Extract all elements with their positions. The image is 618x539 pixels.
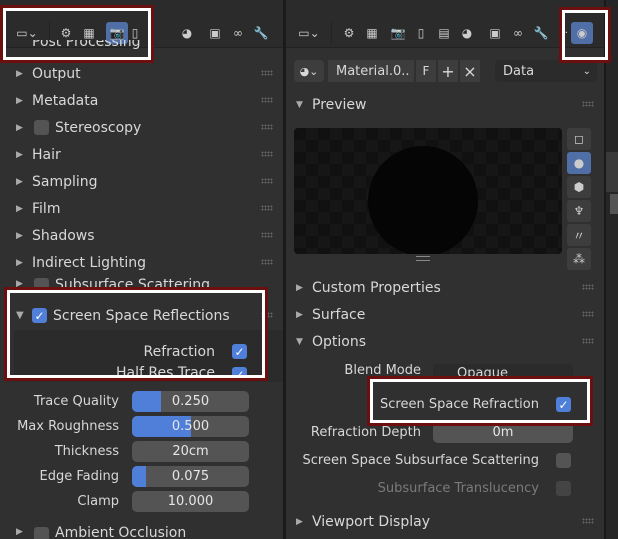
subsurface-translucency-checkbox[interactable] xyxy=(556,481,571,496)
preview-monkey-icon[interactable]: ♆ xyxy=(567,200,591,222)
section-subsurface-scattering[interactable]: ▶ Subsurface Scattering xyxy=(0,276,283,290)
section-hair[interactable]: ▶ Hair xyxy=(0,141,283,168)
blend-mode-label: Blend Mode xyxy=(344,364,421,378)
ao-checkbox[interactable] xyxy=(34,527,49,539)
screen-space-refraction-label: Screen Space Refraction xyxy=(380,397,539,412)
output-icon[interactable]: ▯ xyxy=(410,22,432,44)
material-properties-panel: ▭⌄ ⚙ ▦ 📷 ▯ ▤ ◕ ▣ ∞ 🔧 ⁘ ◉ ◕⌄ Material.0..… xyxy=(286,0,604,539)
trace-quality-label: Trace Quality xyxy=(33,394,119,409)
section-sampling[interactable]: ▶ Sampling xyxy=(0,168,283,195)
preview-plane-icon[interactable]: ◻ xyxy=(567,128,591,150)
thickness-field[interactable]: 20cm xyxy=(132,441,249,462)
section-output[interactable]: ▶ Output xyxy=(0,60,283,87)
chevron-down-icon: ⌄ xyxy=(582,65,591,77)
material-sphere-icon[interactable]: ◉ xyxy=(571,22,593,44)
section-viewport-display[interactable]: ▶ Viewport Display xyxy=(286,508,604,535)
section-stereoscopy[interactable]: ▶ Stereoscopy xyxy=(0,114,283,141)
clamp-label: Clamp xyxy=(77,494,119,509)
object-icon[interactable]: ▣ xyxy=(484,22,506,44)
material-browse-button[interactable]: ◕⌄ xyxy=(294,60,324,82)
adjacent-editor-strip xyxy=(606,0,618,539)
max-roughness-label: Max Roughness xyxy=(17,419,119,434)
material-name-field[interactable]: Material.0.. xyxy=(328,60,414,82)
link-data-dropdown[interactable]: Data ⌄ xyxy=(495,60,597,82)
section-options[interactable]: ▼ Options xyxy=(286,328,604,355)
render-properties-panel: ▭⌄ ⚙ ▦ 📷 ▯ ◕ ▣ ∞ 🔧 Post Processing ▶ Outp… xyxy=(0,0,283,539)
ss-subsurface-scattering-label: Screen Space Subsurface Scattering xyxy=(302,453,539,468)
screen-space-refraction-checkbox[interactable] xyxy=(556,397,571,412)
section-shadows[interactable]: ▶ Shadows xyxy=(0,222,283,249)
stereoscopy-checkbox[interactable] xyxy=(34,120,49,135)
section-film[interactable]: ▶ Film xyxy=(0,195,283,222)
section-screen-space-reflections[interactable]: ▼ Screen Space Reflections xyxy=(0,302,283,329)
thickness-label: Thickness xyxy=(54,444,119,459)
half-res-trace-row[interactable]: Half Res Trace xyxy=(0,365,283,377)
post-processing-label[interactable]: Post Processing xyxy=(32,40,141,50)
blend-mode-dropdown[interactable]: Opaque xyxy=(433,364,573,378)
preview-spheres-icon[interactable]: ⁂ xyxy=(567,248,591,270)
trace-quality-field[interactable]: 0.250 xyxy=(132,391,249,412)
half-res-checkbox[interactable] xyxy=(232,367,247,377)
new-material-button[interactable]: + xyxy=(438,60,458,82)
preview-hair-icon[interactable]: 〃 xyxy=(567,224,591,246)
unlink-material-button[interactable]: × xyxy=(460,60,480,82)
section-ambient-occlusion[interactable]: ▶ Ambient Occlusion xyxy=(0,525,283,539)
modifier-wrench-icon[interactable]: 🔧 xyxy=(530,22,552,44)
right-header: ▭⌄ ⚙ ▦ 📷 ▯ ▤ ◕ ▣ ∞ 🔧 ⁘ ◉ xyxy=(286,0,604,48)
subsurface-translucency-label: Subsurface Translucency xyxy=(377,481,539,496)
view-layer-icon[interactable]: ▤ xyxy=(433,22,455,44)
ss-subsurface-scattering-checkbox[interactable] xyxy=(556,453,571,468)
preview-sphere-icon[interactable]: ● xyxy=(567,152,591,174)
scene-icon[interactable]: ▦ xyxy=(361,22,383,44)
edge-fading-field[interactable]: 0.075 xyxy=(132,466,249,487)
section-custom-properties[interactable]: ▶ Custom Properties xyxy=(286,274,604,301)
section-surface[interactable]: ▶ Surface xyxy=(286,301,604,328)
preview-cube-icon[interactable]: ⬢ xyxy=(567,176,591,198)
refraction-depth-field[interactable]: 0m xyxy=(433,422,573,443)
constraint-icon[interactable]: ∞ xyxy=(507,22,529,44)
section-preview[interactable]: ▼ Preview xyxy=(286,91,604,118)
material-preview xyxy=(294,128,562,254)
section-metadata[interactable]: ▶ Metadata xyxy=(0,87,283,114)
fake-user-button[interactable]: F xyxy=(416,60,436,82)
world-icon[interactable]: ◕ xyxy=(456,22,478,44)
refraction-row[interactable]: Refraction xyxy=(0,338,283,365)
preview-shape-column: ◻ ● ⬢ ♆ 〃 ⁂ xyxy=(567,128,597,272)
preview-sphere xyxy=(368,146,478,254)
render-camera-icon[interactable]: 📷 xyxy=(387,22,409,44)
tool-icon[interactable]: ⚙ xyxy=(338,22,360,44)
subsurface-checkbox[interactable] xyxy=(34,278,49,290)
clamp-field[interactable]: 10.000 xyxy=(132,491,249,512)
editor-type-button[interactable]: ▭⌄ xyxy=(292,22,326,44)
max-roughness-field[interactable]: 0.500 xyxy=(132,416,249,437)
refraction-depth-label: Refraction Depth xyxy=(310,425,421,440)
refraction-checkbox[interactable] xyxy=(232,344,247,359)
section-indirect-lighting[interactable]: ▶ Indirect Lighting xyxy=(0,249,283,276)
resize-handle[interactable] xyxy=(416,256,430,261)
edge-fading-label: Edge Fading xyxy=(39,469,119,484)
ssr-checkbox[interactable] xyxy=(32,308,47,323)
